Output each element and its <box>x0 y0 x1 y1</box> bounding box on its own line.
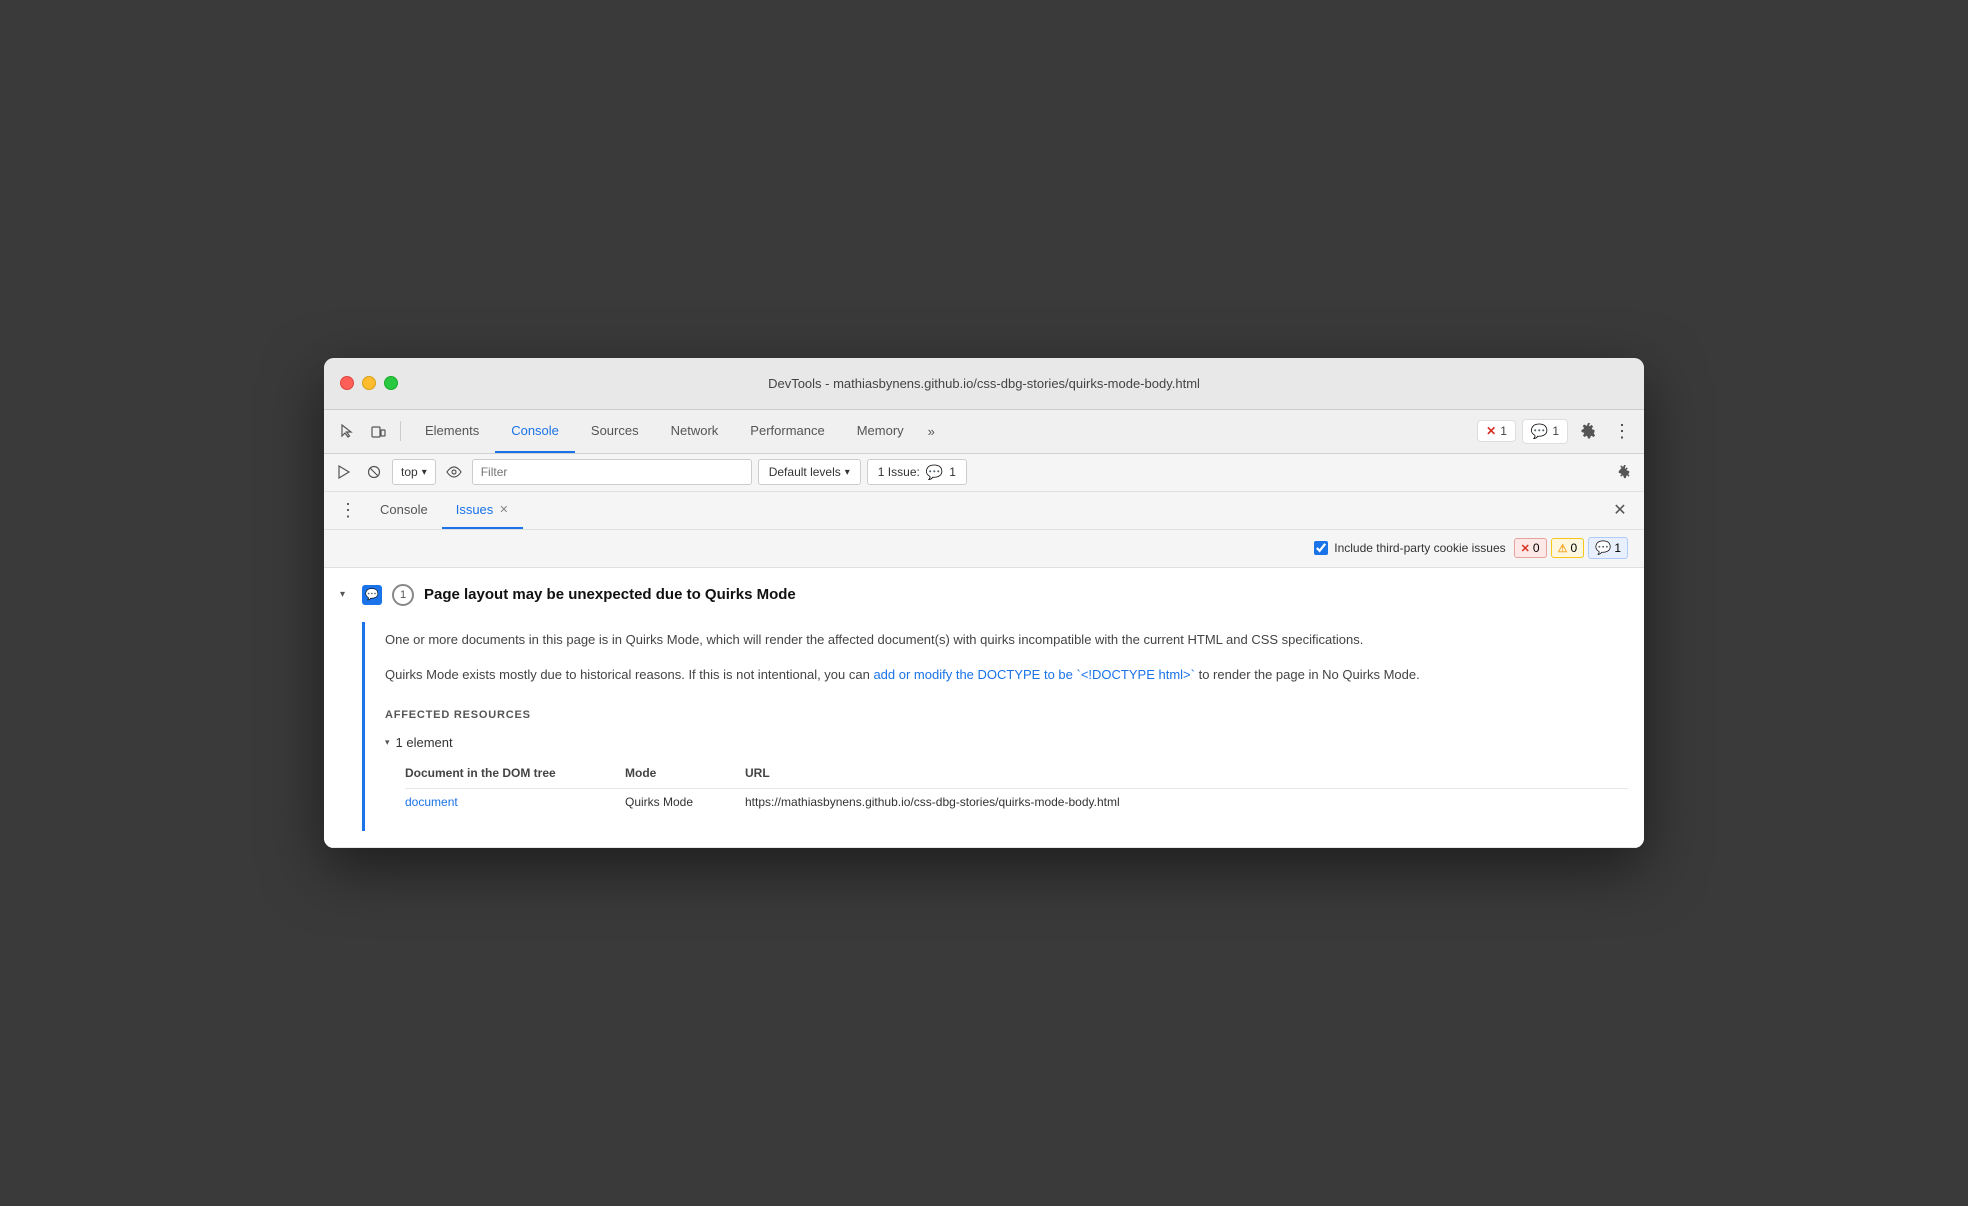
console-settings-button[interactable] <box>1612 460 1636 484</box>
issue-count-button[interactable]: 1 Issue: 💬 1 <box>867 459 967 485</box>
maximize-button[interactable] <box>384 376 398 390</box>
cursor-icon-button[interactable] <box>332 417 360 445</box>
issue-type-icon: 💬 <box>362 585 382 605</box>
issue-accent-bar <box>362 622 365 832</box>
error-x-icon: ✕ <box>1486 424 1496 438</box>
tab-nav: Elements Console Sources Network Perform… <box>409 410 1473 453</box>
resource-count-label: 1 element <box>396 735 453 750</box>
info-issues-badge[interactable]: 💬 1 <box>1588 537 1628 559</box>
panel-tab-console[interactable]: Console <box>366 492 442 529</box>
ban-icon <box>367 465 381 479</box>
context-selector[interactable]: top ▾ <box>392 459 436 485</box>
panel-tabs-right: ✕ <box>1608 498 1632 522</box>
console-gear-icon <box>1617 465 1631 479</box>
cookie-issues-toggle: Include third-party cookie issues <box>1314 541 1505 555</box>
tab-console[interactable]: Console <box>495 410 575 453</box>
tab-performance[interactable]: Performance <box>734 410 840 453</box>
document-link[interactable]: document <box>405 795 625 809</box>
message-count: 1 <box>1552 424 1559 438</box>
info-badge-icon: 💬 <box>1595 540 1611 556</box>
message-icon: 💬 <box>1531 423 1548 440</box>
issues-header-right: Include third-party cookie issues ✕ 0 ⚠ … <box>1314 537 1628 559</box>
error-badge-icon: ✕ <box>1521 542 1530 555</box>
warning-badge-count: 0 <box>1570 541 1577 555</box>
titlebar: DevTools - mathiasbynens.github.io/css-d… <box>324 358 1644 410</box>
issue-title: Page layout may be unexpected due to Qui… <box>424 586 796 603</box>
info-badge-count: 1 <box>1614 541 1621 555</box>
tab-sources[interactable]: Sources <box>575 410 655 453</box>
panel-close-button[interactable]: ✕ <box>1608 498 1632 522</box>
panel-tabs: ⋮ Console Issues ✕ ✕ <box>324 492 1644 530</box>
warning-badge-icon: ⚠ <box>1558 542 1568 555</box>
panel-menu-button[interactable]: ⋮ <box>336 498 360 522</box>
cookie-checkbox[interactable] <box>1314 541 1328 555</box>
issue-chevron-icon: ▾ <box>340 589 352 600</box>
affected-resources-section: AFFECTED RESOURCES ▾ 1 element Document … <box>385 693 1628 831</box>
eye-icon <box>446 466 462 478</box>
col-document-header: Document in the DOM tree <box>405 766 625 780</box>
default-levels-selector[interactable]: Default levels ▾ <box>758 459 861 485</box>
issue-description: One or more documents in this page is in… <box>385 622 1628 694</box>
traffic-lights <box>340 376 398 390</box>
toolbar-separator <box>400 421 401 441</box>
resource-table-header: Document in the DOM tree Mode URL <box>405 762 1628 789</box>
kebab-menu-button[interactable]: ⋮ <box>1608 417 1636 445</box>
issues-tab-close[interactable]: ✕ <box>499 503 508 516</box>
minimize-button[interactable] <box>362 376 376 390</box>
close-button[interactable] <box>340 376 354 390</box>
issues-panel: Include third-party cookie issues ✕ 0 ⚠ … <box>324 530 1644 849</box>
resource-table-row: document Quirks Mode https://mathiasbyne… <box>405 789 1628 815</box>
devtools-window: DevTools - mathiasbynens.github.io/css-d… <box>324 358 1644 849</box>
resource-table: Document in the DOM tree Mode URL docume… <box>405 762 1628 815</box>
gear-icon <box>1580 423 1596 439</box>
tab-memory[interactable]: Memory <box>841 410 920 453</box>
resource-chevron-icon: ▾ <box>385 737 390 748</box>
warning-issues-badge[interactable]: ⚠ 0 <box>1551 538 1585 558</box>
col-url-header: URL <box>745 766 1628 780</box>
message-count-badge[interactable]: 💬 1 <box>1522 419 1568 444</box>
issues-count-badges: ✕ 0 ⚠ 0 💬 1 <box>1514 537 1628 559</box>
tab-network[interactable]: Network <box>655 410 735 453</box>
issue-count-circle: 1 <box>392 584 414 606</box>
cursor-icon <box>338 423 354 439</box>
run-script-button[interactable] <box>332 460 356 484</box>
play-icon <box>337 465 351 479</box>
eye-button[interactable] <box>442 460 466 484</box>
error-count: 1 <box>1500 424 1507 438</box>
main-toolbar: Elements Console Sources Network Perform… <box>324 410 1644 454</box>
resource-mode: Quirks Mode <box>625 795 745 809</box>
settings-button[interactable] <box>1574 417 1602 445</box>
toolbar-right: ✕ 1 💬 1 ⋮ <box>1477 417 1636 445</box>
console-toolbar: top ▾ Default levels ▾ 1 Issue: 💬 1 <box>324 454 1644 492</box>
window-title: DevTools - mathiasbynens.github.io/css-d… <box>768 376 1200 391</box>
issue-item: ▾ 💬 1 Page layout may be unexpected due … <box>324 568 1644 849</box>
device-icon <box>370 423 386 439</box>
issue-body-container: One or more documents in this page is in… <box>362 622 1628 832</box>
error-count-badge[interactable]: ✕ 1 <box>1477 420 1516 442</box>
issue-message-icon: 💬 <box>926 464 943 481</box>
tab-elements[interactable]: Elements <box>409 410 495 453</box>
issue-body-content: One or more documents in this page is in… <box>385 622 1628 832</box>
filter-input[interactable] <box>472 459 752 485</box>
clear-console-button[interactable] <box>362 460 386 484</box>
error-badge-count: 0 <box>1533 541 1540 555</box>
resource-tree-expand[interactable]: ▾ 1 element <box>385 731 1628 754</box>
col-mode-header: Mode <box>625 766 745 780</box>
doctype-link[interactable]: add or modify the DOCTYPE to be `<!DOCTY… <box>873 667 1195 682</box>
resource-url: https://mathiasbynens.github.io/css-dbg-… <box>745 795 1628 809</box>
device-icon-button[interactable] <box>364 417 392 445</box>
panel-tab-issues[interactable]: Issues ✕ <box>442 492 523 529</box>
error-issues-badge[interactable]: ✕ 0 <box>1514 538 1547 558</box>
affected-resources-title: AFFECTED RESOURCES <box>385 709 1628 721</box>
cookie-label: Include third-party cookie issues <box>1334 541 1505 555</box>
issue-header-row[interactable]: ▾ 💬 1 Page layout may be unexpected due … <box>324 568 1644 622</box>
more-tabs-button[interactable]: » <box>920 410 943 453</box>
issues-header-bar: Include third-party cookie issues ✕ 0 ⚠ … <box>324 530 1644 568</box>
